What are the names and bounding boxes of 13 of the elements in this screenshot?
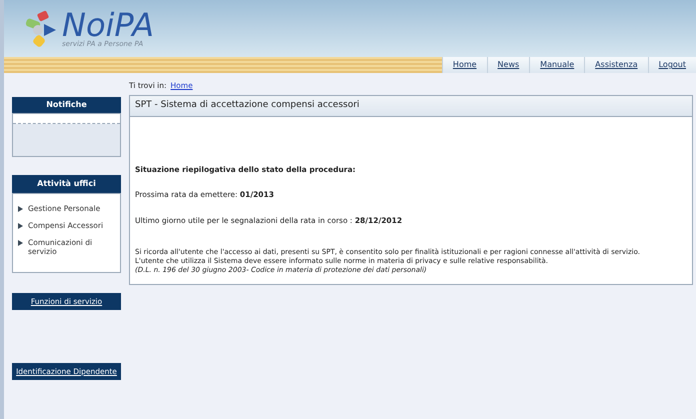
bullet-icon bbox=[18, 223, 23, 229]
nav-link[interactable]: News bbox=[486, 57, 530, 73]
bullet-icon bbox=[18, 206, 23, 212]
nav-link[interactable]: Home bbox=[442, 57, 487, 73]
nav-link[interactable]: Logout bbox=[648, 57, 696, 73]
panel-header: Notifiche bbox=[12, 97, 121, 113]
logo-text: NoiPA bbox=[62, 9, 154, 41]
nav-link[interactable]: Manuale bbox=[529, 57, 584, 73]
bullet-icon bbox=[18, 240, 23, 246]
panel-title: SPT - Sistema di accettazione compensi accessori bbox=[130, 96, 692, 117]
logo-icon bbox=[24, 10, 58, 48]
nav-link[interactable]: Assistenza bbox=[584, 57, 648, 73]
panel-header: Attività uffici bbox=[12, 175, 121, 193]
